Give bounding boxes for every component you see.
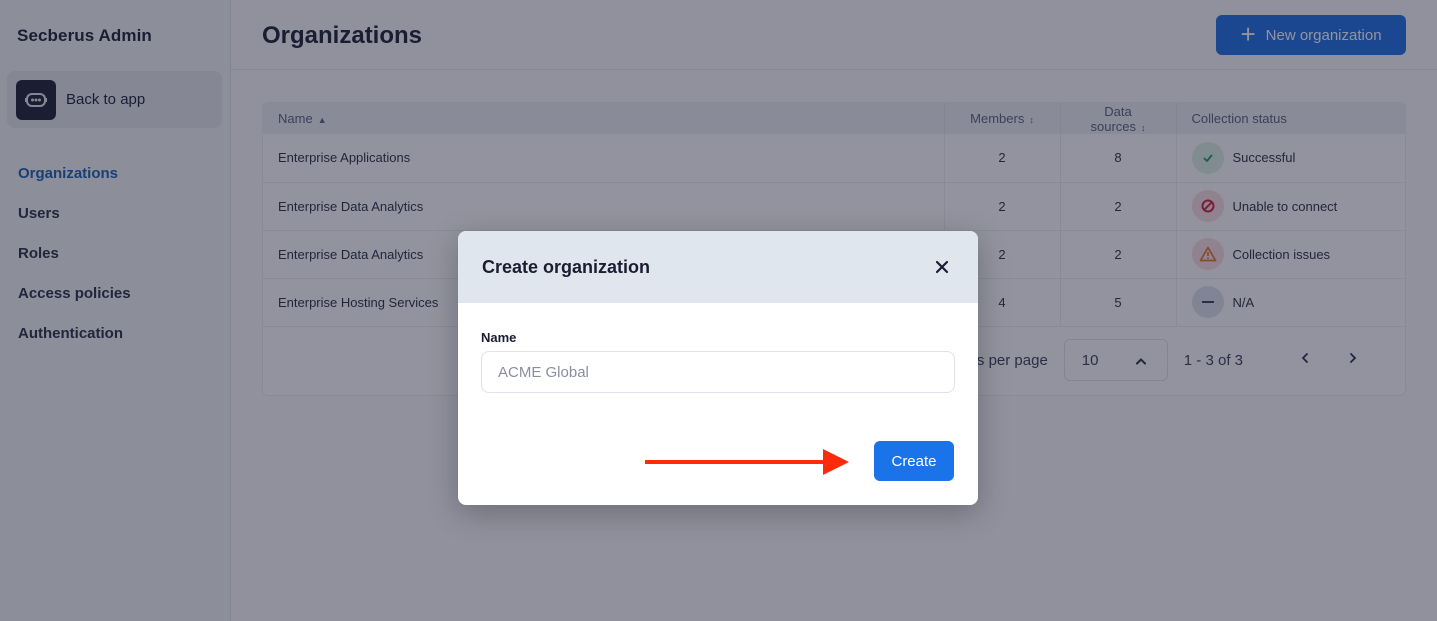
dialog-footer: Create [874, 441, 954, 481]
dialog-title: Create organization [482, 256, 651, 277]
name-field-label: Name [481, 330, 517, 345]
create-button[interactable]: Create [874, 441, 954, 481]
dialog-header: Create organization [458, 231, 978, 303]
close-button[interactable] [930, 255, 954, 279]
create-organization-dialog: Create organization Name Create [458, 231, 978, 505]
close-icon [935, 260, 949, 274]
dialog-body: Name [458, 303, 978, 393]
organization-name-input[interactable] [481, 351, 955, 393]
